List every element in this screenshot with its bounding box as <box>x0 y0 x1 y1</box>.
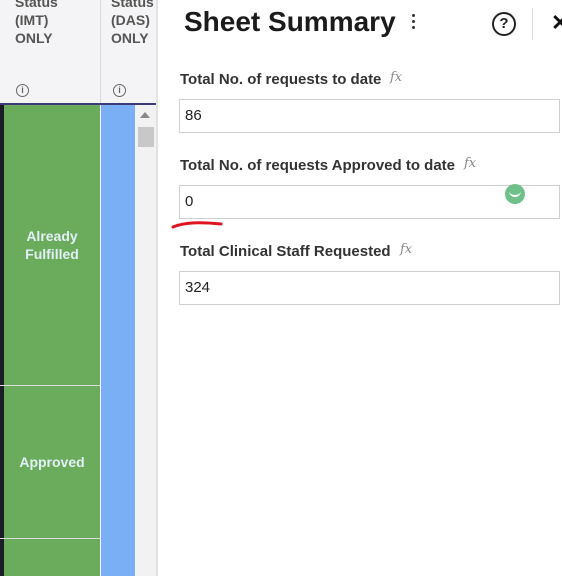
scrollbar-thumb[interactable] <box>138 127 154 147</box>
field-label-approved-requests: Total No. of requests Approved to date <box>180 157 456 174</box>
approved-requests-field[interactable]: 0 <box>179 185 560 219</box>
close-icon[interactable]: ✕ <box>551 10 562 36</box>
formula-icon[interactable]: fx <box>390 70 402 85</box>
column-title: Status (IMT) ONLY <box>15 0 58 46</box>
formula-icon[interactable]: fx <box>464 156 476 171</box>
status-cell-approved[interactable]: Approved <box>4 386 100 538</box>
status-cell-next[interactable] <box>4 539 100 576</box>
header-separator <box>532 8 533 40</box>
field-label-clinical-staff: Total Clinical Staff Requested <box>180 243 391 260</box>
scroll-up-icon[interactable] <box>140 112 150 118</box>
info-icon[interactable]: i <box>16 84 29 97</box>
column-header-status-das[interactable]: Status (DAS) ONLY i <box>101 0 158 104</box>
sheet-summary-panel: Sheet Summary ? ✕ Total No. of requests … <box>158 0 562 576</box>
red-underline-annotation <box>171 221 223 229</box>
clinical-staff-field[interactable]: 324 <box>179 271 560 305</box>
scrollbar[interactable] <box>135 105 156 576</box>
field-label-total-requests: Total No. of requests to date <box>180 71 382 88</box>
kebab-menu-icon[interactable] <box>410 14 416 34</box>
das-status-column[interactable] <box>101 105 135 576</box>
formula-icon[interactable]: fx <box>400 242 412 257</box>
column-header-status-imt[interactable]: Status (IMT) ONLY i <box>0 0 101 104</box>
sheet-grid: Status (IMT) ONLY i Status (DAS) ONLY i … <box>0 0 158 576</box>
grammar-assistant-icon[interactable] <box>505 184 525 204</box>
info-icon[interactable]: i <box>113 84 126 97</box>
help-icon[interactable]: ? <box>492 12 516 36</box>
total-requests-field[interactable]: 86 <box>179 99 560 133</box>
column-title: Status (DAS) ONLY <box>111 0 154 46</box>
panel-title: Sheet Summary <box>184 6 396 37</box>
status-cell-already-fulfilled[interactable]: Already Fulfilled <box>4 105 100 385</box>
